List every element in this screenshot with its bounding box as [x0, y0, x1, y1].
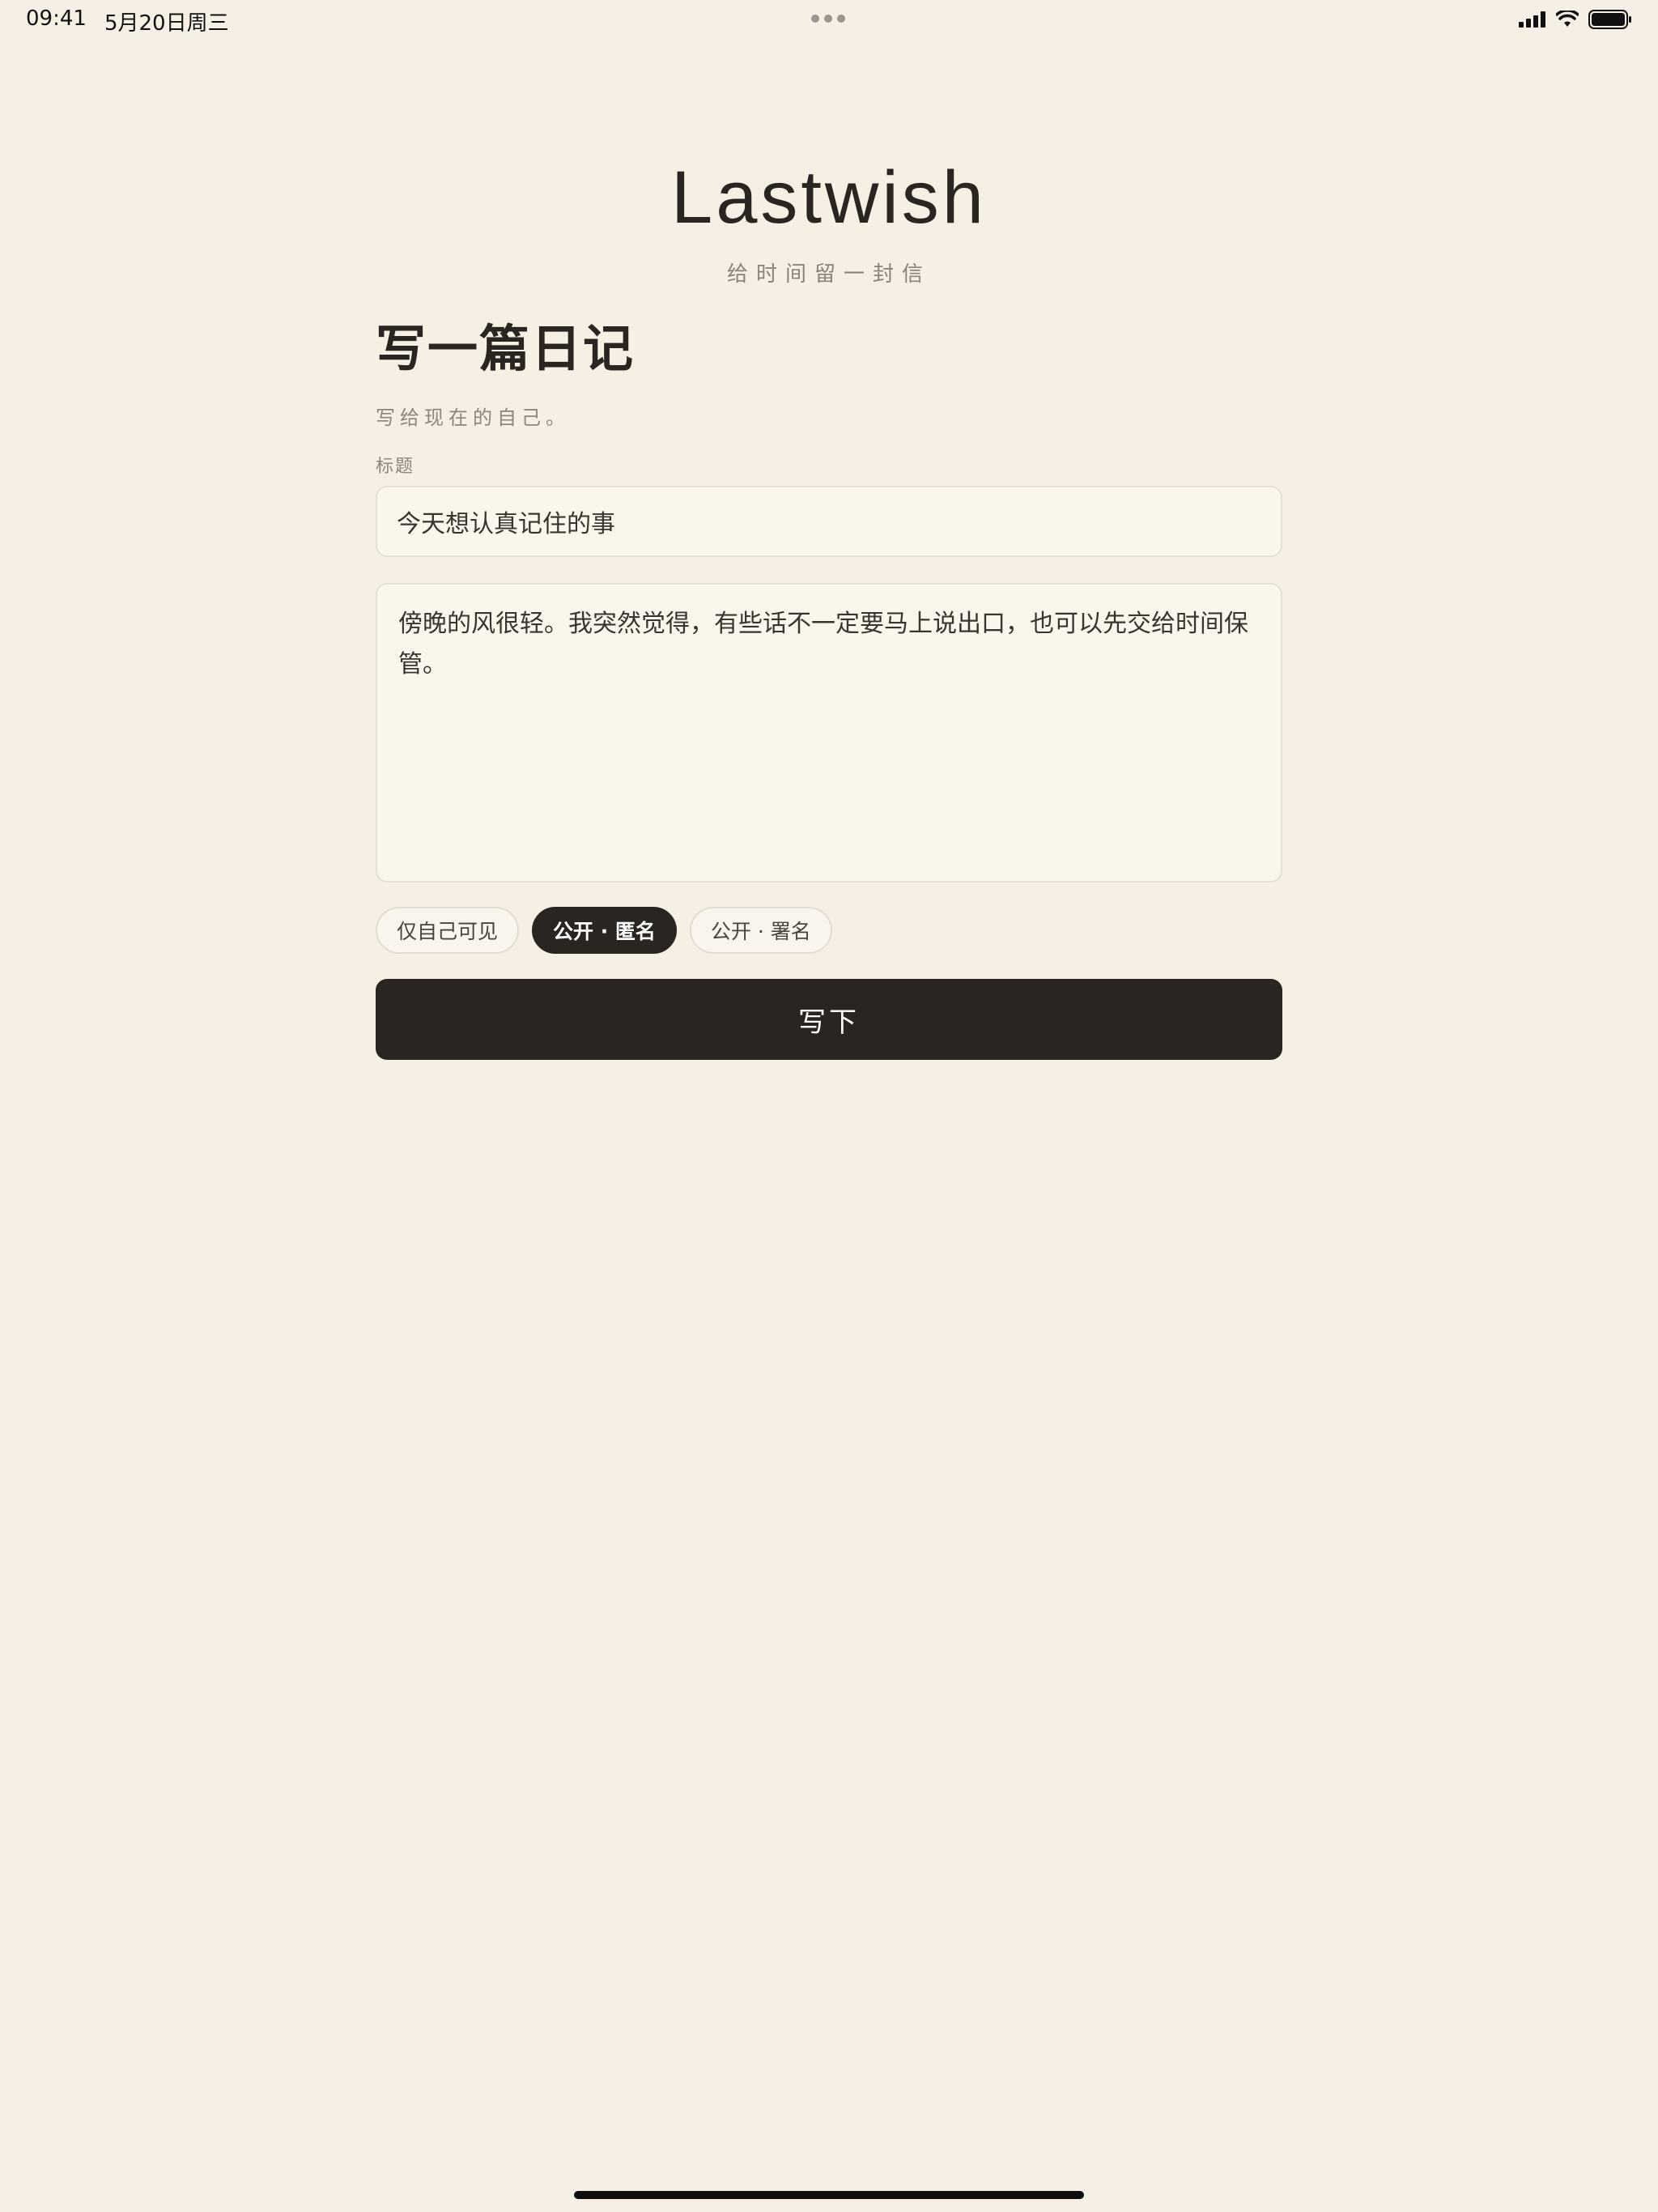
cellular-signal-icon: [1519, 11, 1545, 28]
status-time-date: 09:41 5月20日周三: [26, 6, 229, 36]
wifi-icon: [1556, 11, 1579, 27]
visibility-option-private[interactable]: 仅自己可见: [376, 907, 520, 954]
brand-logo-text: Lastwish: [671, 156, 987, 239]
status-time: 09:41: [26, 6, 87, 31]
status-indicators: [1519, 10, 1632, 29]
title-input[interactable]: [376, 486, 1282, 557]
status-date: 5月20日周三: [104, 11, 229, 36]
multitasking-dots-icon[interactable]: [811, 15, 845, 23]
diary-body-textarea[interactable]: 傍晚的风很轻。我突然觉得，有些话不一定要马上说出口，也可以先交给时间保管。: [376, 583, 1282, 883]
page-title: 写一篇日记: [376, 319, 636, 378]
submit-button[interactable]: 写下: [376, 979, 1282, 1060]
page-subtitle: 写给现在的自己。: [376, 406, 570, 429]
visibility-option-public-anonymous[interactable]: 公开 · 匿名: [532, 907, 677, 954]
visibility-option-public-signed[interactable]: 公开 · 署名: [689, 907, 832, 954]
brand-tagline: 给时间留一封信: [726, 262, 931, 287]
visibility-selector: 仅自己可见 公开 · 匿名 公开 · 署名: [376, 907, 832, 954]
title-field-label: 标题: [376, 457, 415, 477]
status-bar: 09:41 5月20日周三: [0, 0, 1658, 39]
home-indicator[interactable]: [574, 2191, 1084, 2199]
battery-icon: [1588, 10, 1631, 29]
